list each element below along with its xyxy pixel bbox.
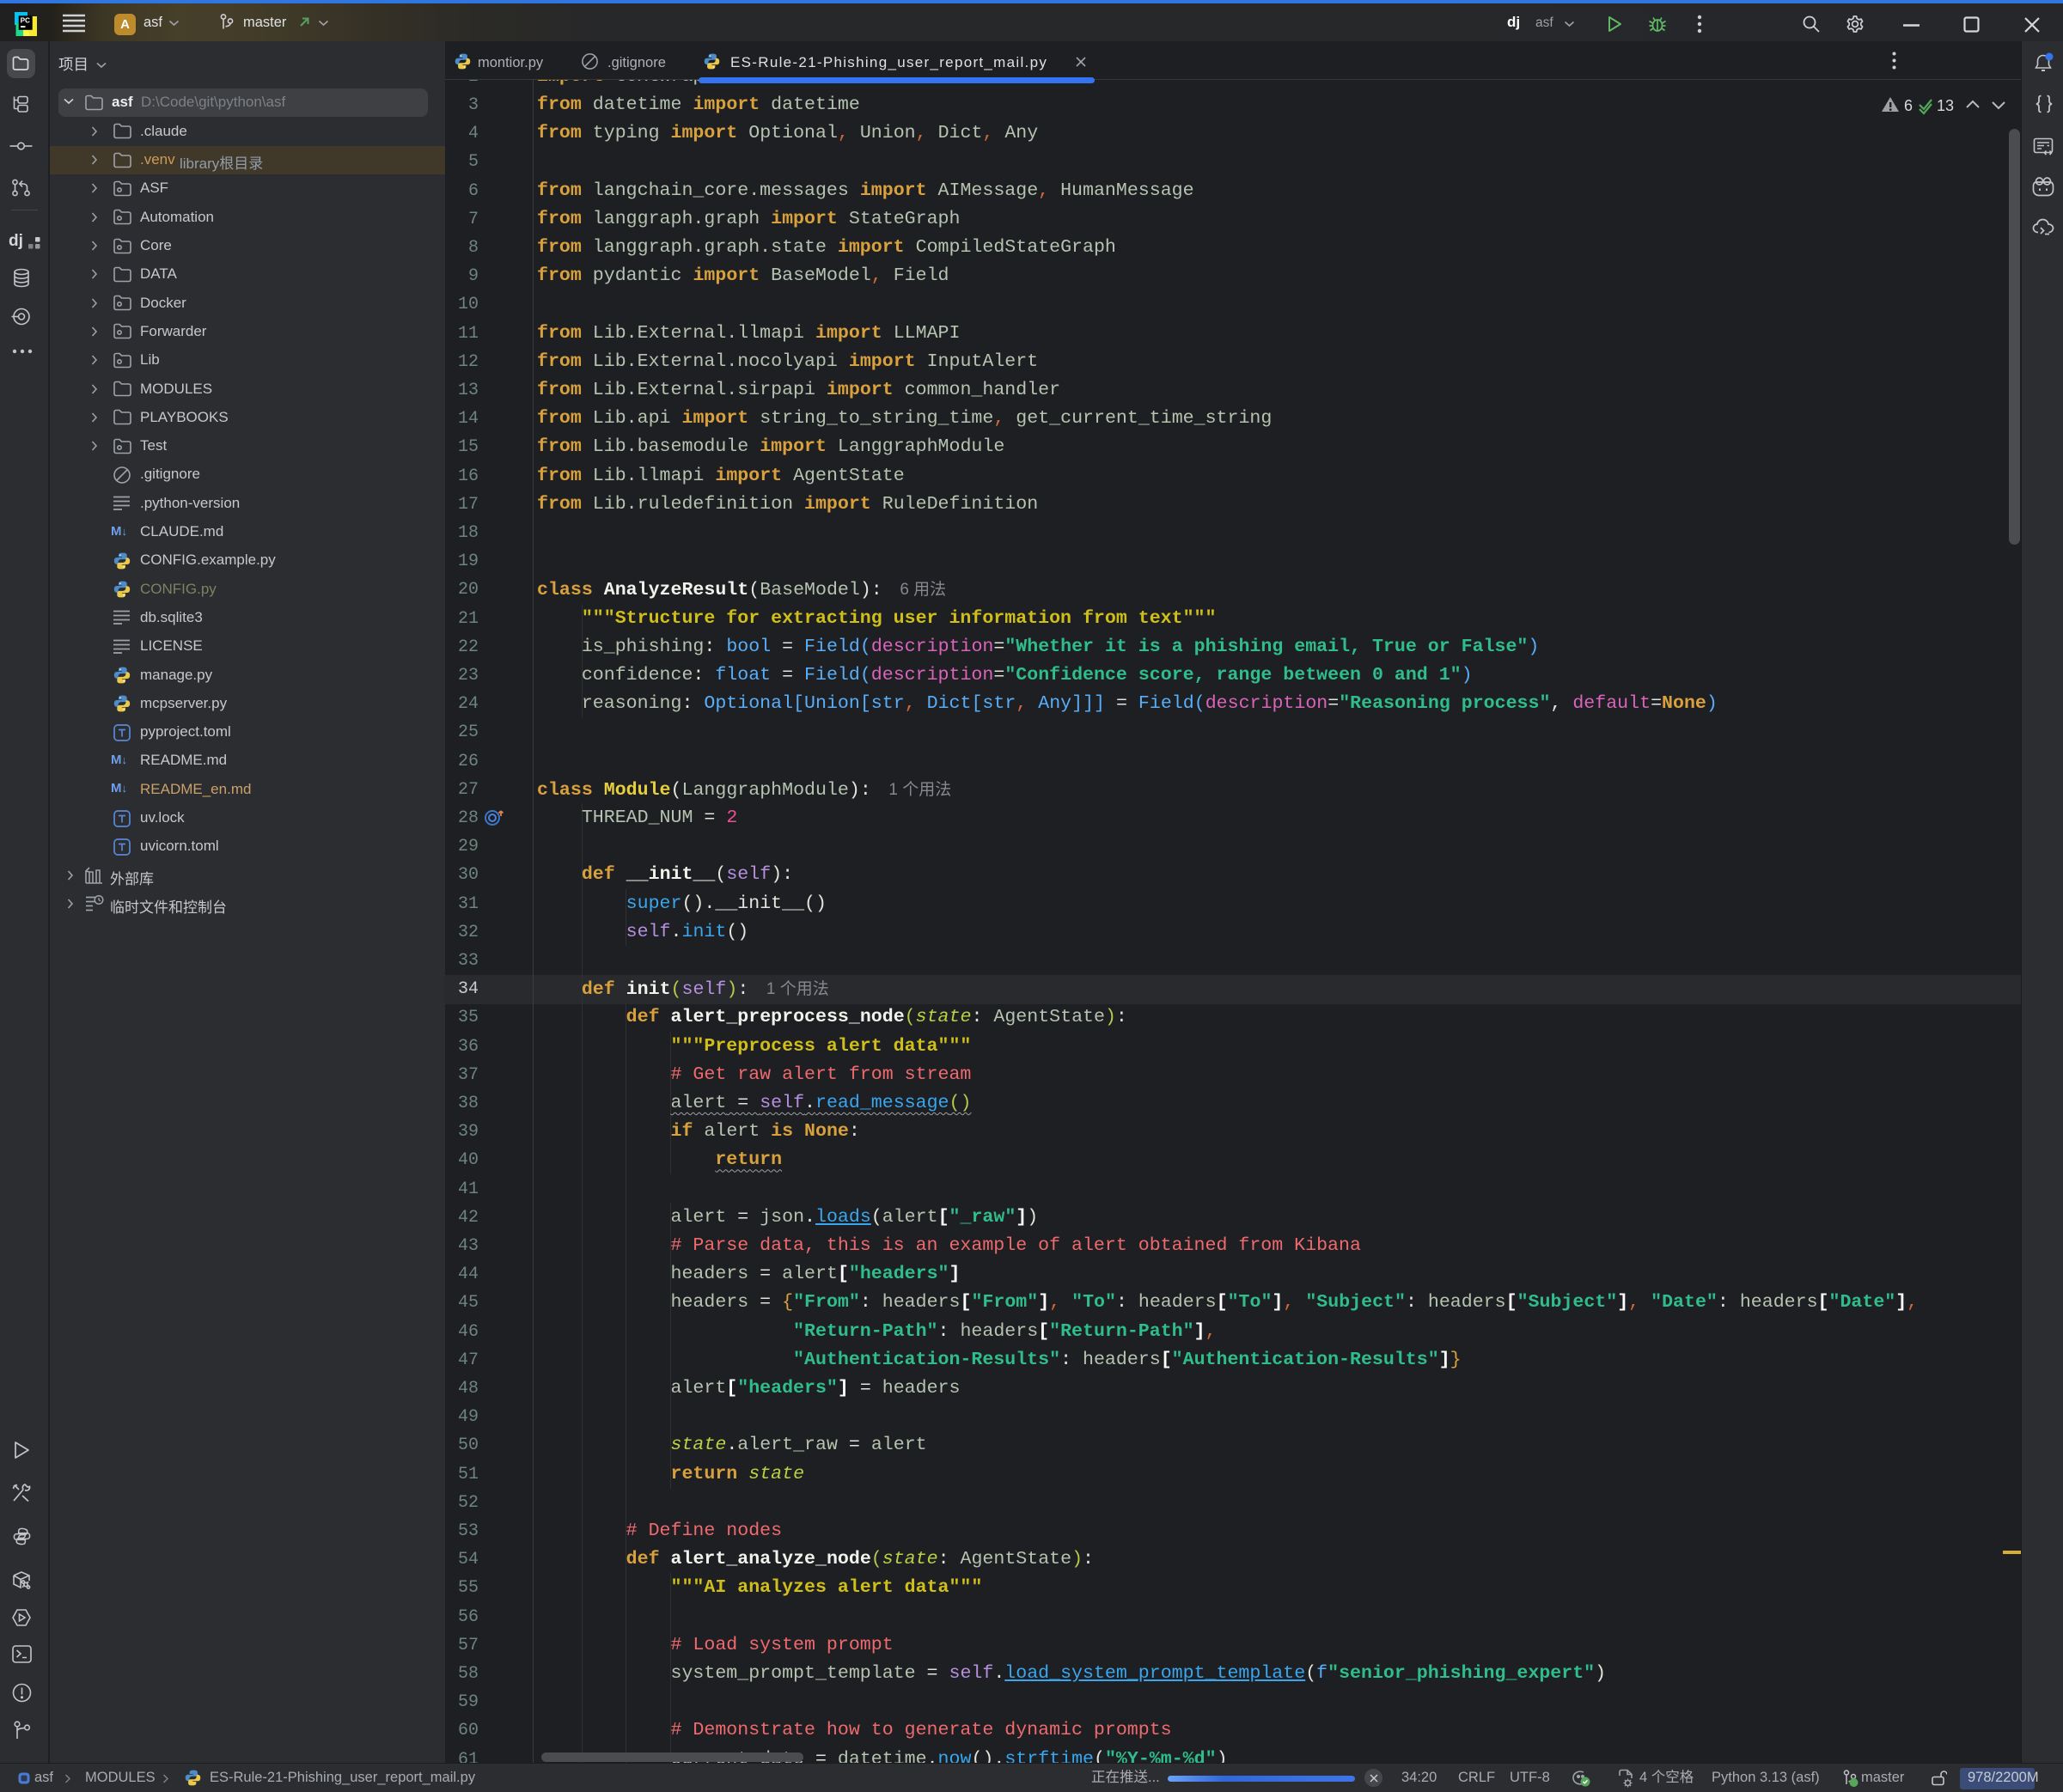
svg-text:PC: PC xyxy=(21,17,30,25)
svg-text:6: 6 xyxy=(1904,97,1913,114)
svg-text:13: 13 xyxy=(1937,97,1954,114)
